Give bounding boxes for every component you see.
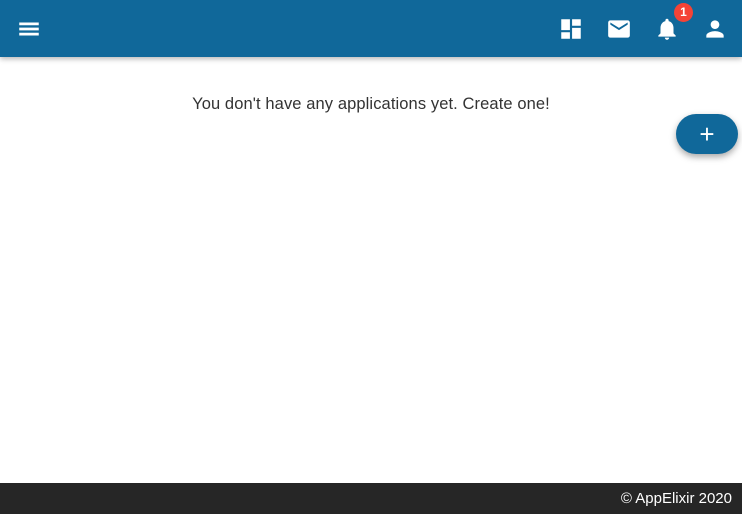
notifications-button[interactable]: 1 xyxy=(649,2,693,47)
appbar-actions: 1 xyxy=(553,2,733,47)
hamburger-menu-button[interactable] xyxy=(11,11,47,47)
create-application-fab[interactable]: + xyxy=(676,114,738,154)
copyright-text: © AppElixir 2020 xyxy=(620,490,732,507)
notification-badge: 1 xyxy=(674,2,693,22)
dashboard-icon xyxy=(558,16,584,42)
empty-state-message: You don't have any applications yet. Cre… xyxy=(192,95,550,113)
mail-button[interactable] xyxy=(601,11,637,47)
app-bar: 1 xyxy=(0,0,742,57)
hamburger-menu-icon xyxy=(16,16,42,42)
plus-icon: + xyxy=(699,119,715,149)
account-button[interactable] xyxy=(697,11,733,47)
mail-icon xyxy=(606,16,632,42)
footer: © AppElixir 2020 xyxy=(0,483,742,514)
main-content: You don't have any applications yet. Cre… xyxy=(0,57,742,483)
app-window: 1 You don't have any applications yet. C… xyxy=(0,0,742,514)
dashboard-button[interactable] xyxy=(553,11,589,47)
person-icon xyxy=(702,16,728,42)
